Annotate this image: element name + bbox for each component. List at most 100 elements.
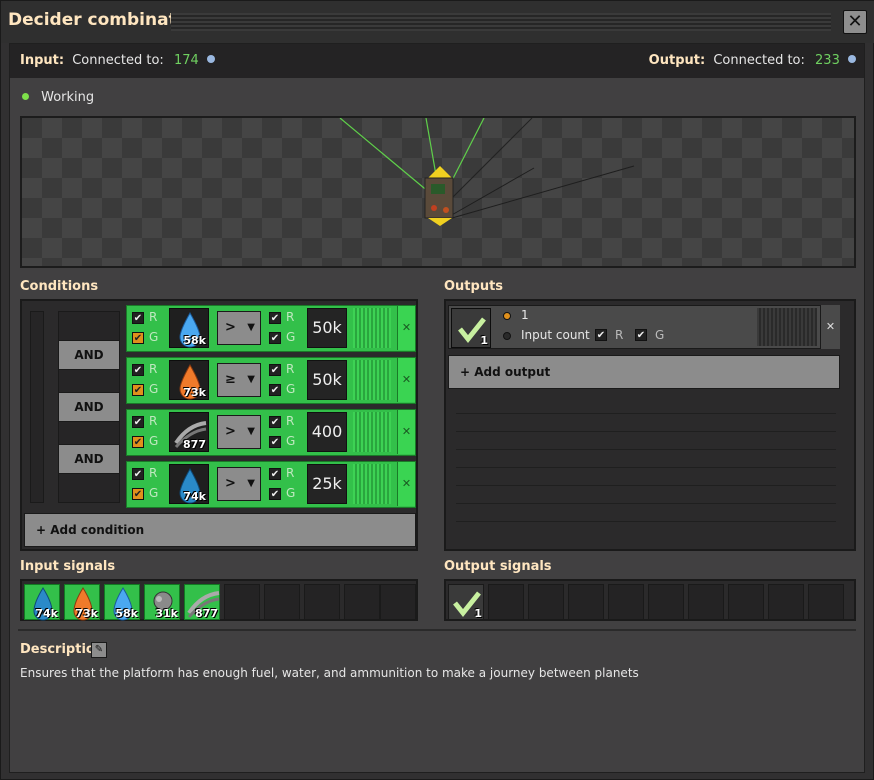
input-signal-slot[interactable]: 31k <box>144 584 180 620</box>
empty-signal-slot <box>344 584 380 620</box>
chevron-down-icon: ▼ <box>247 478 255 489</box>
empty-signal-slot <box>264 584 300 620</box>
red-wire-checkbox[interactable]: ✔ <box>269 468 281 480</box>
condition-drag-handle[interactable] <box>353 412 391 452</box>
input-signal-slot[interactable]: 74k <box>24 584 60 621</box>
red-wire-checkbox[interactable]: ✔ <box>269 364 281 376</box>
list-divider <box>456 431 836 432</box>
red-wire-checkbox[interactable]: ✔ <box>132 312 144 324</box>
description-text: Ensures that the platform has enough fue… <box>20 666 639 680</box>
pencil-icon: ✎ <box>94 644 104 655</box>
comparator-dropdown[interactable]: > ▼ <box>217 311 261 345</box>
info-icon[interactable] <box>848 55 856 63</box>
output-connection: Output: Connected to: 233 <box>649 53 856 68</box>
red-wire-checkbox[interactable]: ✔ <box>132 416 144 428</box>
list-divider <box>456 413 836 414</box>
comparator-symbol: ≥ <box>225 372 236 387</box>
signal-count: 31k <box>155 607 178 620</box>
condition-drag-handle[interactable] <box>353 464 391 504</box>
title-bar[interactable]: Decider combinator ✕ <box>1 1 874 43</box>
close-button[interactable]: ✕ <box>843 10 867 34</box>
signal-count: 1 <box>480 334 488 347</box>
green-wire-checkbox[interactable]: ✔ <box>132 488 144 500</box>
and-button[interactable]: AND <box>58 340 120 370</box>
red-wire-checkbox[interactable]: ✔ <box>595 329 607 341</box>
constant-value[interactable]: 400 <box>307 412 347 452</box>
signal-count: 73k <box>183 386 206 399</box>
decider-combinator-window: Decider combinator ✕ Input: Connected to… <box>0 0 874 780</box>
remove-condition-button[interactable]: ✕ <box>397 358 415 402</box>
edit-description-button[interactable]: ✎ <box>91 642 107 658</box>
input-signal-slot[interactable]: 877 <box>184 584 220 620</box>
and-button[interactable]: AND <box>58 444 120 474</box>
green-wire-checkbox[interactable]: ✔ <box>269 436 281 448</box>
info-icon[interactable] <box>206 55 215 63</box>
comparator-dropdown[interactable]: ≥ ▼ <box>217 363 261 397</box>
condition-drag-handle[interactable] <box>353 308 391 348</box>
entity-preview[interactable] <box>20 116 856 268</box>
condition-row: ✔ R ✔ G 877 > ▼ ✔ R ✔ G 400 ✕ <box>126 409 416 456</box>
remove-output-button[interactable]: ✕ <box>820 305 840 349</box>
green-wire-checkbox[interactable]: ✔ <box>269 488 281 500</box>
empty-signal-slot <box>808 584 844 620</box>
first-signal-slot[interactable]: 73k <box>169 360 209 400</box>
chevron-down-icon: ▼ <box>247 426 255 437</box>
constant-value[interactable]: 50k <box>307 308 347 348</box>
red-wire-checkbox[interactable]: ✔ <box>132 468 144 480</box>
condition-row: ✔ R ✔ G 58k > ▼ ✔ R ✔ G 50k ✕ <box>126 305 416 352</box>
green-wire-checkbox[interactable]: ✔ <box>132 332 144 344</box>
output-row: 1 1 Input count ✔ R ✔ G <box>448 305 840 349</box>
list-divider <box>456 521 836 522</box>
red-wire-checkbox[interactable]: ✔ <box>132 364 144 376</box>
output-label: Output: <box>648 53 706 68</box>
output-signals-heading: Output signals <box>444 559 552 574</box>
empty-signal-slot <box>224 584 260 620</box>
remove-condition-button[interactable]: ✕ <box>397 306 415 350</box>
input-count-radio[interactable] <box>503 332 511 340</box>
remove-condition-button[interactable]: ✕ <box>397 462 415 506</box>
and-button[interactable]: AND <box>58 392 120 422</box>
input-signal-slot[interactable]: 73k <box>64 584 100 621</box>
output-signal-slot[interactable]: 1 <box>448 584 484 620</box>
empty-signal-slot <box>688 584 724 620</box>
constant-radio[interactable] <box>503 312 511 320</box>
comparator-dropdown[interactable]: > ▼ <box>217 467 261 501</box>
remove-condition-button[interactable]: ✕ <box>397 410 415 454</box>
red-wire-checkbox[interactable]: ✔ <box>269 416 281 428</box>
red-label: R <box>149 362 158 376</box>
red-label: R <box>286 362 295 376</box>
green-wire-checkbox[interactable]: ✔ <box>132 384 144 396</box>
signal-count: 74k <box>35 607 58 620</box>
green-wire-checkbox[interactable]: ✔ <box>269 384 281 396</box>
status-text: Working <box>41 90 95 105</box>
output-drag-handle[interactable] <box>757 308 817 346</box>
first-signal-slot[interactable]: 74k <box>169 464 209 504</box>
signal-count: 73k <box>75 607 98 620</box>
status-indicator: Working <box>22 90 94 105</box>
empty-signal-slot <box>768 584 804 620</box>
green-wire-checkbox[interactable]: ✔ <box>132 436 144 448</box>
red-wire-checkbox[interactable]: ✔ <box>269 312 281 324</box>
comparator-symbol: > <box>225 424 236 439</box>
constant-value[interactable]: 50k <box>307 360 347 400</box>
drag-handle[interactable] <box>171 13 831 31</box>
output-signals-panel: 1 <box>444 579 856 621</box>
signal-count: 58k <box>183 334 206 347</box>
red-label: R <box>149 466 158 480</box>
add-output-button[interactable]: + Add output <box>448 355 840 389</box>
output-signal-slot[interactable]: 1 <box>451 308 491 348</box>
first-signal-slot[interactable]: 58k <box>169 308 209 348</box>
green-wire-checkbox[interactable]: ✔ <box>635 329 647 341</box>
input-signal-slot[interactable]: 58k <box>104 584 140 621</box>
conditions-panel: AND AND AND ✔ R ✔ G 58k > ▼ ✔ R ✔ G 50k … <box>20 299 418 551</box>
comparator-dropdown[interactable]: > ▼ <box>217 415 261 449</box>
condition-row: ✔ R ✔ G 74k > ▼ ✔ R ✔ G 25k ✕ <box>126 461 416 508</box>
first-signal-slot[interactable]: 877 <box>169 412 209 452</box>
chevron-down-icon: ▼ <box>247 374 255 385</box>
green-wire-checkbox[interactable]: ✔ <box>269 332 281 344</box>
condition-drag-handle[interactable] <box>353 360 391 400</box>
add-condition-button[interactable]: + Add condition <box>24 513 416 547</box>
constant-value[interactable]: 25k <box>307 464 347 504</box>
empty-signal-slot <box>728 584 764 620</box>
constant-option-label: 1 <box>521 308 529 322</box>
